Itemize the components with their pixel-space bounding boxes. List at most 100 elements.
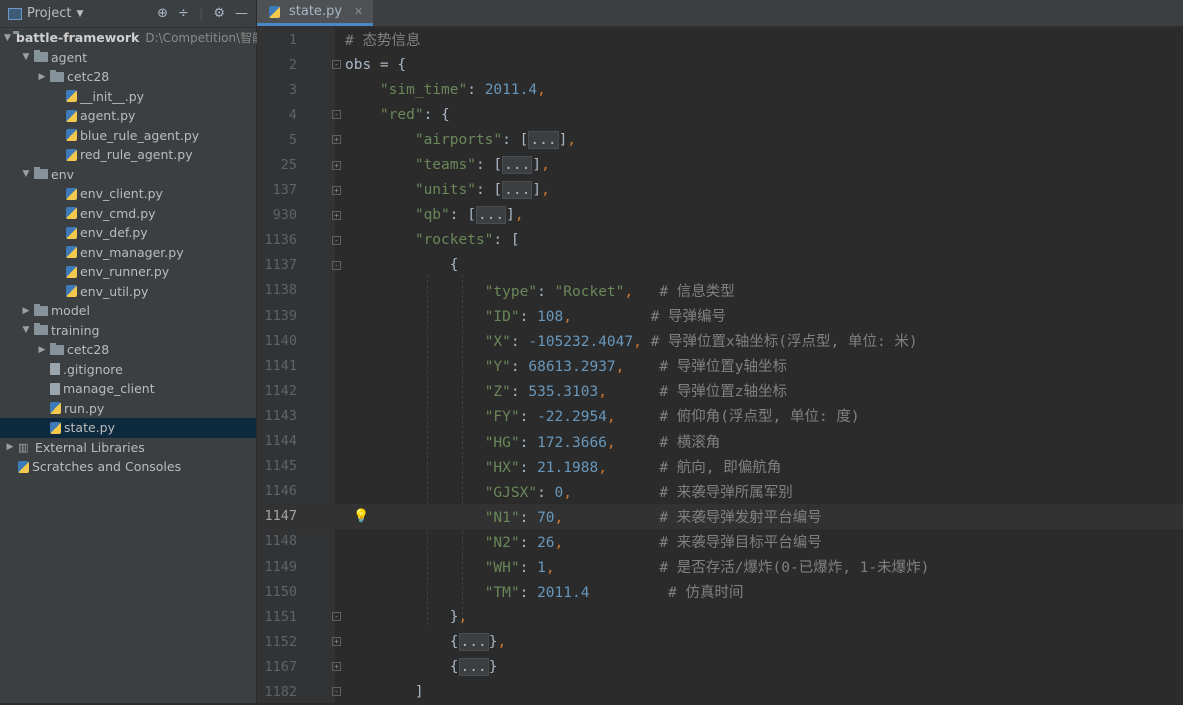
fold-expand-icon[interactable]: + (332, 160, 341, 170)
tree-item[interactable]: env_runner.py (0, 262, 256, 282)
folded-region[interactable]: ... (528, 130, 559, 149)
code-line[interactable]: 4 - "red": { (257, 102, 1183, 127)
gear-icon[interactable]: ⚙ (213, 6, 225, 21)
minimize-icon[interactable]: — (235, 6, 248, 21)
locate-icon[interactable]: ⊕ (157, 6, 168, 21)
chevron-down-icon[interactable]: ▼ (20, 169, 32, 179)
tree-item[interactable]: ▶ ▥ External Libraries (0, 438, 256, 458)
tree-item[interactable]: ▶ cetc28 (0, 67, 256, 87)
project-view-selector[interactable]: Project ▼ (0, 6, 157, 21)
fold-expand-icon[interactable]: + (332, 185, 341, 195)
code-area[interactable]: 1 # 态势信息 2- obs = {3 "sim_time": 2011.4, 4- … (257, 27, 1183, 703)
chevron-down-icon[interactable]: ▼ (20, 52, 32, 62)
tree-item[interactable]: env_manager.py (0, 243, 256, 263)
tree-item[interactable]: ▼ training (0, 321, 256, 341)
chevron-down-icon[interactable]: ▼ (20, 325, 32, 335)
code-token: : (510, 334, 529, 351)
tab-label: state.py (289, 4, 343, 19)
code-line[interactable]: 137 + "units": [...], (257, 178, 1183, 203)
code-line[interactable]: 2 - obs = { (257, 52, 1183, 77)
tree-item[interactable]: .gitignore (0, 360, 256, 380)
code-token: : [ (475, 157, 503, 174)
tree-item[interactable]: manage_client (0, 379, 256, 399)
tree-item[interactable]: blue_rule_agent.py (0, 126, 256, 146)
chevron-right-icon[interactable]: ▶ (4, 442, 16, 452)
fold-collapse-icon[interactable]: - (332, 110, 341, 120)
tree-item[interactable]: ▼ env (0, 165, 256, 185)
folded-region[interactable]: ... (475, 206, 507, 225)
code-token: } (488, 658, 498, 675)
tree-item[interactable]: agent.py (0, 106, 256, 126)
fold-collapse-icon[interactable]: - (332, 235, 341, 245)
code-line[interactable]: 1143 "FY": -22.2954, # 俯仰角(浮点型, 单位: 度) (257, 403, 1183, 428)
code-line[interactable]: 1148 "N2": 26, # 来袭导弹目标平台编号 (257, 529, 1183, 554)
code-token: "teams" (414, 157, 476, 174)
chevron-down-icon[interactable]: ▼ (4, 33, 11, 43)
code-line[interactable]: 1142 "Z": 535.3103, # 导弹位置z轴坐标 (257, 378, 1183, 403)
tree-item[interactable]: state.py (0, 418, 256, 438)
code-line[interactable]: 1151 - }, (257, 604, 1183, 629)
tree-item[interactable]: run.py (0, 399, 256, 419)
code-line[interactable]: 1150 "TM": 2011.4 # 仿真时间 (257, 579, 1183, 604)
code-line[interactable]: 1140 "X": -105232.4047, # 导弹位置x轴坐标(浮点型, … (257, 328, 1183, 353)
tree-item[interactable]: ▶ model (0, 301, 256, 321)
fold-expand-icon[interactable]: + (332, 662, 341, 672)
fold-expand-icon[interactable]: + (332, 210, 341, 220)
fold-collapse-icon[interactable]: - (332, 687, 341, 697)
tree-item-label: battle-framework (15, 30, 140, 46)
tree-item[interactable]: ▼ battle-framework D:\Competition\智能体 (0, 28, 276, 48)
code-line[interactable]: 1137 - { (257, 253, 1183, 278)
code-text: {...} (345, 657, 498, 676)
code-line[interactable]: 1144 "HG": 172.3666, # 横滚角 (257, 429, 1183, 454)
tab-state-py[interactable]: state.py ✕ (257, 0, 374, 26)
code-token: 2011.4 (537, 585, 590, 602)
line-number: 1136 (264, 232, 297, 249)
tree-item[interactable]: __init__.py (0, 87, 256, 107)
tree-item[interactable]: env_cmd.py (0, 204, 256, 224)
line-number: 1139 (264, 307, 297, 324)
tree-item[interactable]: ▶ cetc28 (0, 340, 256, 360)
code-token: : (519, 459, 538, 476)
folded-region[interactable]: ... (502, 156, 533, 175)
code-line[interactable]: 1136 - "rockets": [ (257, 228, 1183, 253)
code-line[interactable]: 25 + "teams": [...], (257, 152, 1183, 177)
code-token: # 导弹位置y轴坐标 (659, 359, 788, 376)
tree-item[interactable]: env_client.py (0, 184, 256, 204)
code-line[interactable]: 1146 "GJSX": 0, # 来袭导弹所属军别 (257, 479, 1183, 504)
code-line[interactable]: 1182 - ] (257, 679, 1183, 704)
close-icon[interactable]: ✕ (354, 5, 363, 18)
code-line[interactable]: 1152 + {...}, (257, 629, 1183, 654)
tree-item[interactable]: ▼ agent (0, 48, 256, 68)
code-line[interactable]: 3 "sim_time": 2011.4, (257, 77, 1183, 102)
code-line[interactable]: 1141 "Y": 68613.2937, # 导弹位置y轴坐标 (257, 353, 1183, 378)
code-line[interactable]: 1139 "ID": 108, # 导弹编号 (257, 303, 1183, 328)
chevron-down-icon: ▼ (76, 8, 84, 19)
fold-expand-icon[interactable]: + (332, 135, 341, 145)
code-line[interactable]: 930 + "qb": [...], (257, 203, 1183, 228)
chevron-right-icon[interactable]: ▶ (36, 345, 48, 355)
code-line[interactable]: 5 + "airports": [...], (257, 127, 1183, 152)
code-token: "WH" (484, 560, 520, 577)
code-line[interactable]: 1147 💡 "N1": 70, # 来袭导弹发射平台编号 (257, 503, 1183, 529)
code-token: : (519, 434, 538, 451)
fold-expand-icon[interactable]: + (332, 637, 341, 647)
tree-item[interactable]: env_util.py (0, 282, 256, 302)
folded-region[interactable]: ... (458, 632, 489, 651)
code-token: "airports" (414, 131, 503, 148)
chevron-right-icon[interactable]: ▶ (36, 72, 48, 82)
code-line[interactable]: 1 # 态势信息 (257, 27, 1183, 52)
tree-item[interactable]: env_def.py (0, 223, 256, 243)
fold-collapse-icon[interactable]: - (332, 60, 341, 70)
code-line[interactable]: 1167 + {...} (257, 654, 1183, 679)
folded-region[interactable]: ... (458, 657, 489, 676)
folded-region[interactable]: ... (502, 181, 533, 200)
collapse-all-icon[interactable]: ÷ (178, 6, 189, 21)
tree-item[interactable]: red_rule_agent.py (0, 145, 256, 165)
fold-collapse-icon[interactable]: - (332, 260, 341, 270)
code-line[interactable]: 1149 "WH": 1, # 是否存活/爆炸(0-已爆炸, 1-未爆炸) (257, 554, 1183, 579)
code-line[interactable]: 1145 "HX": 21.1988, # 航向, 即偏航角 (257, 454, 1183, 479)
code-line[interactable]: 1138 "type": "Rocket", # 信息类型 (257, 278, 1183, 303)
chevron-right-icon[interactable]: ▶ (20, 306, 32, 316)
tree-item[interactable]: Scratches and Consoles (0, 457, 256, 477)
fold-collapse-icon[interactable]: - (332, 612, 341, 622)
